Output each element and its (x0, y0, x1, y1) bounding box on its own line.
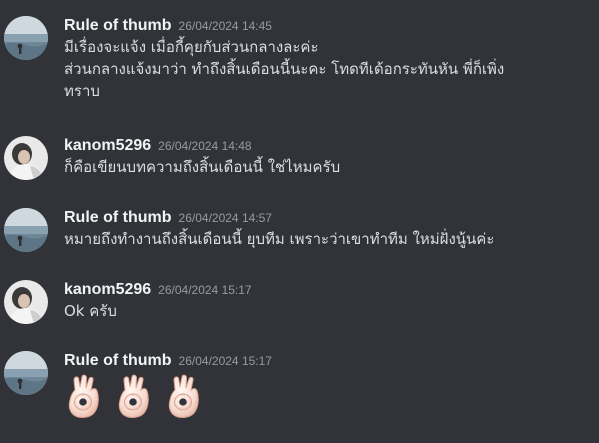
chat-message-list: Rule of thumb 26/04/2024 14:45 มีเรื่องจะ… (0, 0, 599, 443)
message-line: Ok ครับ (64, 302, 117, 320)
avatar[interactable] (4, 208, 48, 252)
timestamp: 26/04/2024 14:45 (178, 19, 272, 33)
message-line: ส่วนกลางแจ้งมาว่า ทำถึงสิ้นเดือนนี้นะคะ … (64, 60, 505, 78)
beach-avatar-icon (4, 351, 48, 395)
ok-hand-icon[interactable] (64, 373, 106, 419)
username[interactable]: kanom5296 (64, 137, 151, 154)
timestamp: 26/04/2024 14:48 (158, 139, 252, 153)
message-header: kanom5296 26/04/2024 15:17 (64, 278, 252, 300)
avatar[interactable] (4, 16, 48, 60)
message-content: หมายถึงทำงานถึงสิ้นเดือนนี้ ยุบทีม เพราะ… (64, 228, 584, 250)
message-item: Rule of thumb 26/04/2024 15:17 (0, 349, 599, 429)
username[interactable]: Rule of thumb (64, 209, 172, 226)
message-line: ก็คือเขียนบทความถึงสิ้นเดือนนี้ ใช่ไหมคร… (64, 158, 341, 176)
timestamp: 26/04/2024 15:17 (158, 283, 252, 297)
message-content: มีเรื่องจะแจ้ง เมื่อกี้คุยกับส่วนกลางละค… (64, 36, 584, 102)
message-header: Rule of thumb 26/04/2024 15:17 (64, 349, 272, 371)
message-header: Rule of thumb 26/04/2024 14:45 (64, 14, 272, 36)
ok-hand-icon[interactable] (114, 373, 156, 419)
beach-avatar-icon (4, 16, 48, 60)
avatar[interactable] (4, 280, 48, 324)
message-line: ทราบ (64, 82, 100, 100)
timestamp: 26/04/2024 14:57 (178, 211, 272, 225)
message-item: Rule of thumb 26/04/2024 14:45 มีเรื่องจะ… (0, 14, 599, 104)
timestamp: 26/04/2024 15:17 (178, 354, 272, 368)
message-header: kanom5296 26/04/2024 14:48 (64, 134, 252, 156)
person-avatar-icon (4, 136, 48, 180)
message-header: Rule of thumb 26/04/2024 14:57 (64, 206, 272, 228)
message-content: ก็คือเขียนบทความถึงสิ้นเดือนนี้ ใช่ไหมคร… (64, 156, 584, 178)
message-item: kanom5296 26/04/2024 15:17 Ok ครับ (0, 278, 599, 324)
person-avatar-icon (4, 280, 48, 324)
message-content: Ok ครับ (64, 300, 584, 322)
username[interactable]: kanom5296 (64, 281, 151, 298)
beach-avatar-icon (4, 208, 48, 252)
message-item: Rule of thumb 26/04/2024 14:57 หมายถึงทำง… (0, 206, 599, 252)
message-line: หมายถึงทำงานถึงสิ้นเดือนนี้ ยุบทีม เพราะ… (64, 230, 495, 248)
username[interactable]: Rule of thumb (64, 17, 172, 34)
avatar[interactable] (4, 136, 48, 180)
username[interactable]: Rule of thumb (64, 352, 172, 369)
ok-hand-icon[interactable] (164, 373, 206, 419)
emoji-row (64, 373, 206, 419)
avatar[interactable] (4, 351, 48, 395)
message-item: kanom5296 26/04/2024 14:48 ก็คือเขียนบทคว… (0, 134, 599, 180)
message-line: มีเรื่องจะแจ้ง เมื่อกี้คุยกับส่วนกลางละค… (64, 38, 319, 56)
